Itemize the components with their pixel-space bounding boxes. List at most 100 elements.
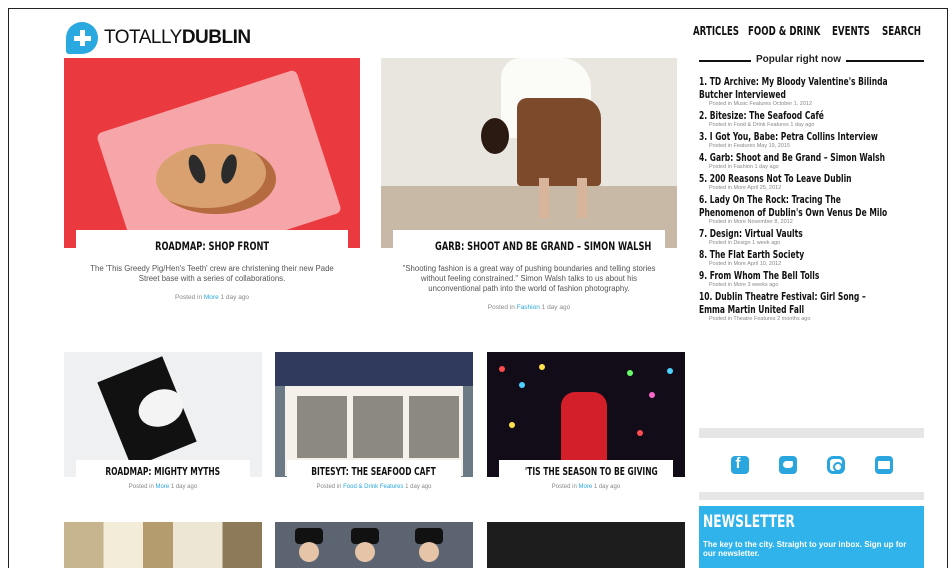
card-meta: Posted in Food & Drink Features 1 day ag… [275, 484, 473, 490]
meta-age: 1 day ago [218, 294, 250, 301]
meta-prefix: Posted in [316, 484, 344, 490]
card-meta: Posted in More 1 day ago [64, 484, 262, 490]
nav-articles[interactable]: ARTICLES [693, 24, 739, 38]
card-title[interactable]: 'TIS THE SEASON TO BE GIVING [525, 460, 658, 484]
popular-item-title[interactable]: 10. Dublin Theatre Festival: Girl Song –… [699, 291, 893, 317]
meta-prefix: Posted in [174, 294, 204, 301]
feature-meta: Posted in Fashion 1 day ago [381, 304, 677, 311]
nav-search[interactable]: SEARCH [882, 24, 921, 38]
popular-item[interactable]: 7. Design: Virtual Vaults Posted in Desig… [699, 228, 924, 246]
card-image[interactable] [275, 352, 473, 477]
feature-article[interactable]: GARB: SHOOT AND BE GRAND – SIMON WALSH "… [381, 58, 677, 311]
meta-prefix: Posted in [551, 484, 579, 490]
light-dot [499, 366, 505, 372]
instagram-icon[interactable] [826, 456, 845, 474]
window-shape [353, 396, 403, 458]
meta-prefix: Posted in [128, 484, 156, 490]
feature-title-box[interactable]: ROADMAP: SHOP FRONT [76, 230, 348, 260]
feature-article[interactable]: ROADMAP: SHOP FRONT The 'This Greedy Pig… [64, 58, 360, 301]
card-title[interactable]: ROADMAP: MIGHTY MYTHS [106, 460, 221, 484]
figure-leg-shape [577, 178, 587, 218]
nav-events[interactable]: EVENTS [832, 24, 870, 38]
figure-leg-shape [539, 178, 549, 218]
divider [699, 428, 924, 438]
figure-skirt-shape [517, 98, 601, 186]
card-image[interactable] [487, 352, 685, 477]
category-link[interactable]: More [578, 484, 592, 490]
window-shape [409, 396, 459, 458]
popular-item-title[interactable]: 6. Lady On The Rock: Tracing The Phenome… [699, 194, 893, 220]
card-meta: Posted in More 1 day ago [487, 484, 685, 490]
card-title[interactable]: BITESYT: THE SEAFOOD CAFT [312, 460, 437, 484]
article-card[interactable]: 'TIS THE SEASON TO BE GIVING Posted in M… [487, 352, 685, 490]
feature-image[interactable] [381, 58, 677, 248]
popular-item[interactable]: 4. Garb: Shoot and Be Grand – Simon Wals… [699, 152, 924, 170]
popular-item-title[interactable]: 4. Garb: Shoot and Be Grand – Simon Wals… [699, 152, 893, 165]
face-shape [299, 542, 319, 562]
light-dot [627, 370, 633, 376]
popular-item[interactable]: 6. Lady On The Rock: Tracing The Phenome… [699, 194, 924, 225]
light-dot [667, 368, 673, 374]
sidebar: Popular right now 1. TD Archive: My Bloo… [699, 54, 924, 325]
feature-image[interactable] [64, 58, 360, 248]
face-shape [419, 542, 439, 562]
meta-prefix: Posted in [487, 304, 517, 311]
light-dot [649, 392, 655, 398]
article-card-image[interactable] [275, 522, 473, 568]
feature-title[interactable]: ROADMAP: SHOP FRONT [155, 230, 269, 262]
article-card[interactable]: ROADMAP: MIGHTY MYTHS Posted in More 1 d… [64, 352, 262, 490]
popular-item[interactable]: 10. Dublin Theatre Festival: Girl Song –… [699, 291, 924, 322]
light-dot [519, 382, 525, 388]
card-image[interactable] [64, 352, 262, 477]
feature-title-box[interactable]: GARB: SHOOT AND BE GRAND – SIMON WALSH [393, 230, 665, 260]
article-card-image[interactable] [487, 522, 685, 568]
social-links [699, 448, 924, 484]
card-title-box[interactable]: 'TIS THE SEASON TO BE GIVING [499, 460, 673, 482]
article-card[interactable]: BITESYT: THE SEAFOOD CAFT Posted in Food… [275, 352, 473, 490]
popular-item[interactable]: 8. The Flat Earth Society Posted in More … [699, 249, 924, 267]
light-dot [509, 422, 515, 428]
popular-item[interactable]: 5. 200 Reasons Not To Leave Dublin Posted… [699, 173, 924, 191]
popular-heading: Popular right now [699, 54, 924, 68]
card-title-box[interactable]: ROADMAP: MIGHTY MYTHS [76, 460, 250, 482]
crab-shape [156, 144, 276, 214]
face-shape [355, 542, 375, 562]
divider [699, 492, 924, 500]
popular-list: 1. TD Archive: My Bloody Valentine's Bil… [699, 76, 924, 322]
popular-item[interactable]: 2. Bitesize: The Seafood Café Posted in F… [699, 110, 924, 128]
category-link[interactable]: More [204, 294, 219, 301]
category-link[interactable]: More [155, 484, 169, 490]
popular-item-title[interactable]: 9. From Whom The Bell Tolls [699, 270, 893, 283]
logo-wordmark: TOTALLYDUBLIN [104, 27, 251, 48]
newsletter-title: NEWSLETTER [703, 512, 795, 532]
feature-title[interactable]: GARB: SHOOT AND BE GRAND – SIMON WALSH [435, 230, 651, 262]
meta-age: 1 day ago [592, 484, 621, 490]
logo-cross-icon [66, 22, 98, 54]
feature-excerpt: The 'This Greedy Pig/Hen's Teeth' crew a… [90, 264, 334, 283]
meta-age: 1 day ago [403, 484, 432, 490]
popular-item-title[interactable]: 1. TD Archive: My Bloody Valentine's Bil… [699, 76, 893, 102]
category-link[interactable]: Fashion [517, 304, 540, 311]
category-link[interactable]: Food & Drink Features [343, 484, 403, 490]
light-dot [637, 430, 643, 436]
meta-age: 1 day ago [169, 484, 198, 490]
popular-item-title[interactable]: 5. 200 Reasons Not To Leave Dublin [699, 173, 893, 186]
popular-item-title[interactable]: 3. I Got You, Babe: Petra Collins Interv… [699, 131, 893, 144]
popular-item[interactable]: 3. I Got You, Babe: Petra Collins Interv… [699, 131, 924, 149]
nav-food-drink[interactable]: FOOD & DRINK [748, 24, 820, 38]
site-logo[interactable]: TOTALLYDUBLIN [66, 22, 251, 54]
popular-item-title[interactable]: 8. The Flat Earth Society [699, 249, 893, 262]
email-icon[interactable] [874, 456, 893, 474]
article-card-image[interactable] [64, 522, 262, 568]
popular-item[interactable]: 1. TD Archive: My Bloody Valentine's Bil… [699, 76, 924, 107]
popular-item-title[interactable]: 2. Bitesize: The Seafood Café [699, 110, 893, 123]
feature-meta: Posted in More 1 day ago [64, 294, 360, 301]
popular-item-title[interactable]: 7. Design: Virtual Vaults [699, 228, 893, 241]
facebook-icon[interactable] [730, 455, 749, 474]
card-title-box[interactable]: BITESYT: THE SEAFOOD CAFT [287, 460, 461, 482]
newsletter-box: NEWSLETTER The key to the city. Straight… [699, 506, 924, 568]
popular-item[interactable]: 9. From Whom The Bell Tolls Posted in Mor… [699, 270, 924, 288]
awning-shape [275, 352, 473, 386]
newsletter-text: The key to the city. Straight to your in… [703, 540, 907, 558]
twitter-icon[interactable] [778, 456, 797, 474]
